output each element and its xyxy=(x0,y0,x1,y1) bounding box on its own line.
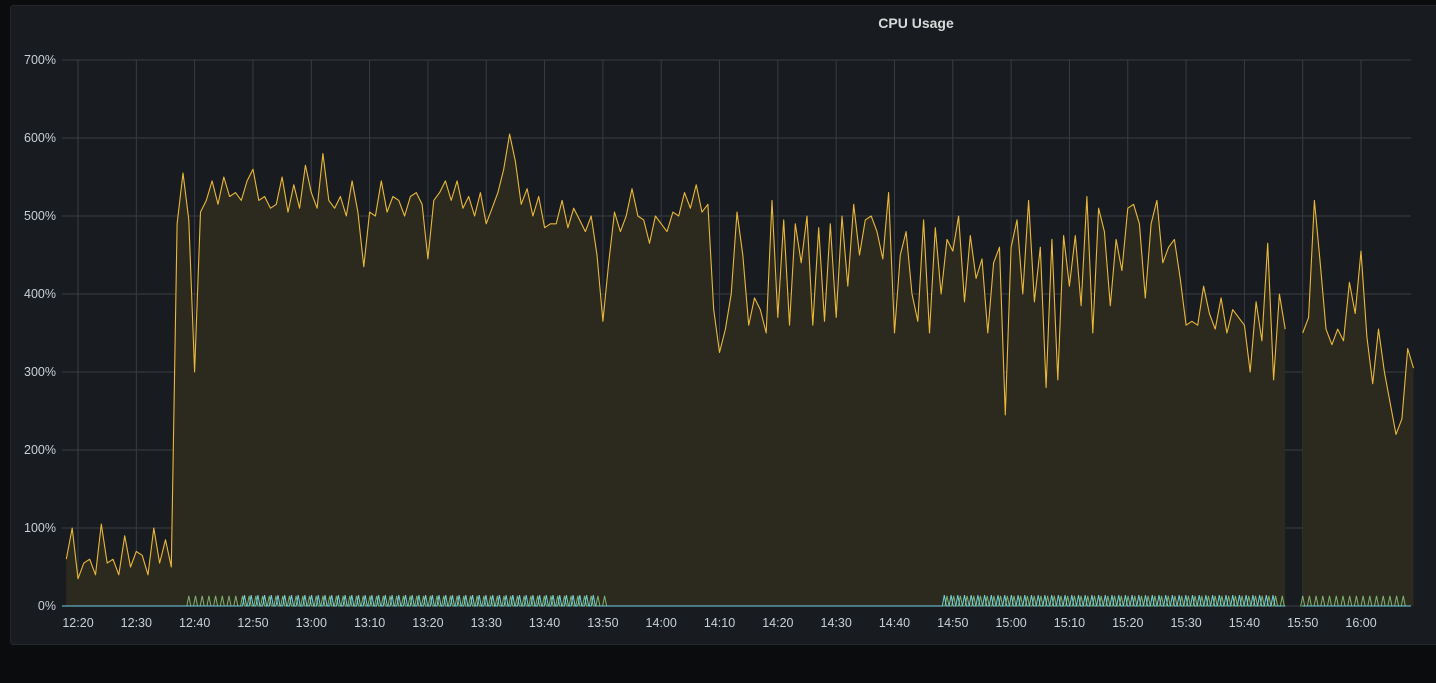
x-tick-label: 15:30 xyxy=(1170,616,1201,630)
y-tick-label: 100% xyxy=(24,521,56,535)
x-tick-label: 14:10 xyxy=(704,616,735,630)
x-tick-label: 12:40 xyxy=(179,616,210,630)
y-tick-label: 700% xyxy=(24,53,56,67)
x-tick-label: 13:30 xyxy=(471,616,502,630)
cpu-usage-chart[interactable]: 0% 100% 200% 300% 400% 500% 600% 700% 12:20 12:30… xyxy=(0,0,1436,683)
y-tick-label: 200% xyxy=(24,443,56,457)
y-tick-label: 500% xyxy=(24,209,56,223)
x-tick-label: 15:20 xyxy=(1112,616,1143,630)
y-tick-label: 300% xyxy=(24,365,56,379)
y-tick-label: 600% xyxy=(24,131,56,145)
x-tick-label: 12:50 xyxy=(237,616,268,630)
x-tick-label: 13:20 xyxy=(412,616,443,630)
x-tick-label: 14:20 xyxy=(762,616,793,630)
x-tick-label: 14:40 xyxy=(879,616,910,630)
x-tick-label: 12:20 xyxy=(62,616,93,630)
x-tick-label: 13:10 xyxy=(354,616,385,630)
x-tick-label: 15:40 xyxy=(1229,616,1260,630)
x-tick-label: 13:40 xyxy=(529,616,560,630)
x-tick-label: 15:10 xyxy=(1054,616,1085,630)
x-tick-label: 12:30 xyxy=(121,616,152,630)
cpu-yellow-area xyxy=(1302,200,1414,606)
y-tick-label: 0% xyxy=(38,599,56,613)
x-tick-label: 15:00 xyxy=(995,616,1026,630)
x-tick-label: 15:50 xyxy=(1287,616,1318,630)
x-tick-label: 16:00 xyxy=(1345,616,1376,630)
x-tick-label: 14:00 xyxy=(646,616,677,630)
x-tick-label: 14:30 xyxy=(821,616,852,630)
y-tick-label: 400% xyxy=(24,287,56,301)
x-tick-label: 14:50 xyxy=(937,616,968,630)
x-tick-label: 13:00 xyxy=(296,616,327,630)
cpu-yellow-area xyxy=(66,134,1286,606)
x-tick-label: 13:50 xyxy=(587,616,618,630)
